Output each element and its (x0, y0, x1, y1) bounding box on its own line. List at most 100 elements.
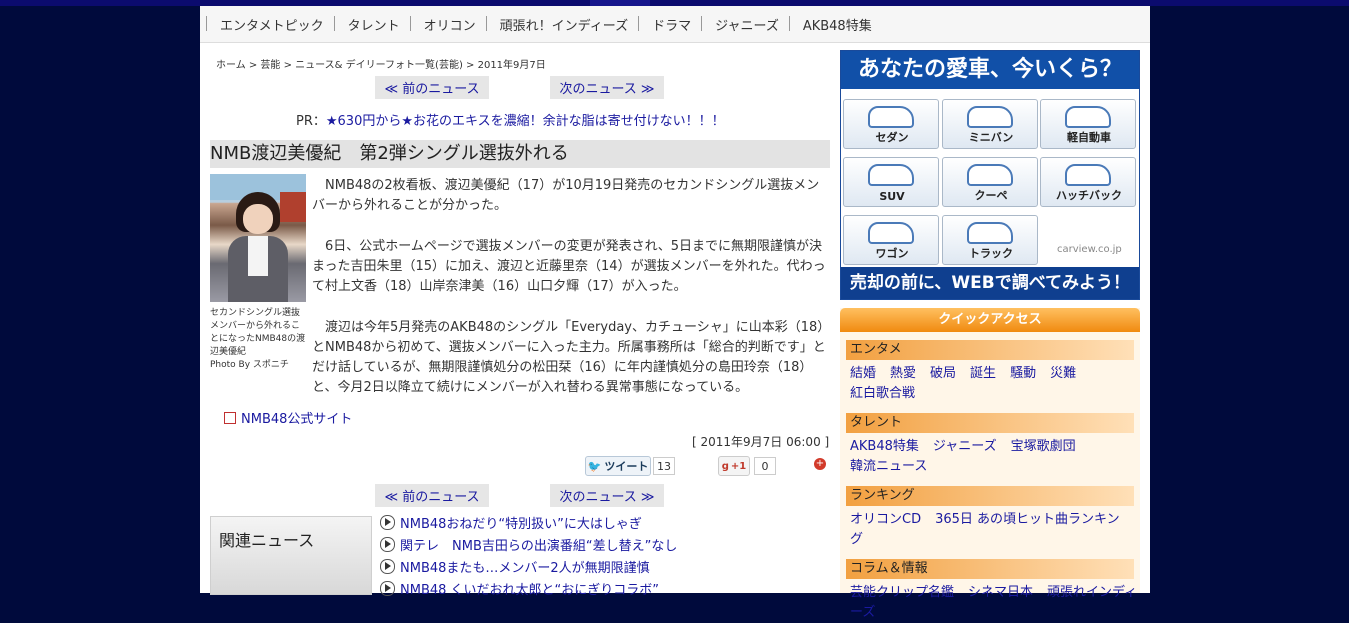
qa-link[interactable]: 宝塚歌劇団 (1011, 439, 1076, 454)
car-icon (1065, 164, 1111, 186)
article-headline: NMB渡辺美優紀 第2弾シングル選抜外れる (210, 140, 830, 168)
car-type-grid: セダン ミニバン 軽自動車 SUV クーペ ハッチバック ワゴン トラック (841, 93, 1139, 265)
car-icon (868, 164, 914, 186)
car-icon (868, 222, 914, 244)
play-circle-icon (380, 515, 395, 530)
subnav-item-talent[interactable]: タレント (333, 15, 410, 34)
qa-section-column: コラム＆情報 (846, 559, 1134, 579)
related-news-link[interactable]: NMB48おねだり“特別扱い”に大はしゃぎ (400, 517, 642, 532)
related-news-item[interactable]: 関テレ NMB吉田らの出演番組“差し替え”なし (380, 536, 840, 558)
article-photo[interactable] (210, 174, 306, 302)
breadcrumb[interactable]: ホーム > 芸能 > ニュース& デイリーフォト一覧(芸能) > 2011年9月… (216, 56, 546, 71)
car-type-truck[interactable]: トラック (942, 215, 1038, 265)
qa-link[interactable]: 災難 (1050, 366, 1076, 381)
car-icon (967, 106, 1013, 128)
gplus-button[interactable]: g +1 (718, 456, 750, 476)
car-type-label: SUV (879, 190, 905, 203)
qa-link[interactable]: 結婚 (850, 366, 876, 381)
qa-link[interactable]: 誕生 (970, 366, 996, 381)
external-window-icon (224, 412, 236, 424)
tweet-label: ツイート (604, 460, 649, 473)
pr-line: PR：★630円から★お花のエキスを濃縮！余計な脂は寄せ付けない！！！ (296, 110, 725, 129)
ad-headline: あなたの愛車、今いくら？ (841, 51, 1139, 89)
car-type-label: セダン (875, 131, 909, 144)
sub-navigation: エンタメトピック タレント オリコン 頑張れ！インディーズ ドラマ ジャニーズ … (200, 6, 1150, 43)
subnav-item-drama[interactable]: ドラマ (638, 15, 701, 34)
photo-caption: セカンドシングル選抜メンバーから外れることになったNMB48の渡辺美優紀 Pho… (210, 307, 306, 372)
qa-link[interactable]: 韓流ニュース (850, 459, 927, 474)
car-type-hatchback[interactable]: ハッチバック (1040, 157, 1136, 207)
article-paragraph: 渡辺は今年5月発売のAKB48のシングル「Everyday、カチューシャ」に山本… (312, 320, 831, 395)
car-type-suv[interactable]: SUV (843, 157, 939, 207)
related-news-item[interactable]: NMB48おねだり“特別扱い”に大はしゃぎ (380, 514, 840, 536)
related-news-link[interactable]: 関テレ NMB吉田らの出演番組“差し替え”なし (400, 539, 677, 554)
related-news-item[interactable]: NMB48 くいだおれ太郎と“おにぎりコラボ” (380, 580, 840, 602)
car-type-label: ワゴン (875, 247, 909, 260)
page-content: エンタメトピック タレント オリコン 頑張れ！インディーズ ドラマ ジャニーズ … (200, 6, 1150, 620)
next-news-button[interactable]: 次のニュース ≫ (550, 76, 664, 99)
prev-news-button-bottom[interactable]: ≪ 前のニュース (375, 484, 489, 507)
car-type-label: ハッチバック (1056, 189, 1122, 202)
prev-news-button[interactable]: ≪ 前のニュース (375, 76, 489, 99)
subnav-item-indies[interactable]: 頑張れ！インディーズ (485, 15, 638, 34)
pr-label: PR： (296, 114, 326, 129)
qa-link[interactable]: オリコンCD (850, 512, 921, 527)
qa-links-entame: 結婚 熱愛 破局 誕生 騒動 災難 紅白歌合戦 (850, 364, 1138, 404)
car-type-coupe[interactable]: クーペ (942, 157, 1038, 207)
qa-section-talent: タレント (846, 413, 1134, 433)
qa-link[interactable]: 騒動 (1010, 366, 1036, 381)
qa-link[interactable]: 紅白歌合戦 (850, 386, 915, 401)
car-type-label: トラック (969, 247, 1013, 260)
subnav-item-akb48[interactable]: AKB48特集 (788, 15, 882, 34)
car-icon (967, 164, 1013, 186)
external-link[interactable]: NMB48公式サイト (224, 408, 352, 427)
car-type-wagon[interactable]: ワゴン (843, 215, 939, 265)
article-body: NMB48の2枚看板、渡辺美優紀（17）が10月19日発売のセカンドシングル選抜… (312, 176, 832, 419)
gplus-count: 0 (754, 457, 776, 475)
play-circle-icon (380, 559, 395, 574)
next-news-button-bottom[interactable]: 次のニュース ≫ (550, 484, 664, 507)
tweet-count: 13 (653, 457, 675, 475)
twitter-bird-icon: 🐦 (587, 459, 602, 473)
related-news-list: NMB48おねだり“特別扱い”に大はしゃぎ 関テレ NMB吉田らの出演番組“差し… (380, 514, 840, 602)
qa-section-ranking: ランキング (846, 486, 1134, 506)
photo-caption-text: セカンドシングル選抜メンバーから外れることになったNMB48の渡辺美優紀 (210, 308, 306, 357)
qa-link[interactable]: 破局 (930, 366, 956, 381)
gplus-label: +1 (730, 460, 747, 472)
subnav-item-entame-topic[interactable]: エンタメトピック (206, 15, 334, 34)
qa-link[interactable]: 熱愛 (890, 366, 916, 381)
add-plus-icon[interactable]: + (814, 458, 826, 470)
article-paragraph: NMB48の2枚看板、渡辺美優紀（17）が10月19日発売のセカンドシングル選抜… (312, 178, 820, 213)
ad-source: carview.co.jp (1057, 244, 1122, 255)
play-circle-icon (380, 581, 395, 596)
related-news-header: 関連ニュース (210, 516, 372, 595)
external-link-label[interactable]: NMB48公式サイト (241, 412, 352, 427)
qa-link[interactable]: ジャニーズ (933, 439, 997, 454)
car-type-label: クーペ (974, 189, 1008, 202)
gplus-icon: g (721, 460, 729, 472)
subnav-item-oricon[interactable]: オリコン (409, 15, 486, 34)
car-icon (1065, 106, 1111, 128)
ad-footer: 売却の前に、WEBで調べてみよう！ (841, 267, 1139, 299)
car-type-minivan[interactable]: ミニバン (942, 99, 1038, 149)
subnav-item-johnnys[interactable]: ジャニーズ (701, 15, 789, 34)
car-icon (967, 222, 1013, 244)
qa-links-column: 芸能クリップ名鑑 シネマ日本 頑張れインディーズ (850, 583, 1138, 623)
play-circle-icon (380, 537, 395, 552)
related-news-link[interactable]: NMB48またも…メンバー2人が無期限謹慎 (400, 561, 650, 576)
qa-section-entame: エンタメ (846, 340, 1134, 360)
qa-link[interactable]: AKB48特集 (850, 439, 919, 454)
tweet-button[interactable]: 🐦 ツイート (585, 456, 651, 476)
qa-links-ranking: オリコンCD 365日 あの頃ヒット曲ランキング (850, 510, 1138, 550)
pr-link[interactable]: ★630円から★お花のエキスを濃縮！余計な脂は寄せ付けない！！！ (326, 114, 725, 129)
quick-access-title: クイックアクセス (840, 308, 1140, 332)
quick-access-panel: クイックアクセス エンタメ 結婚 熱愛 破局 誕生 騒動 災難 紅白歌合戦 タレント AK… (840, 308, 1140, 620)
article-paragraph: 6日、公式ホームページで選抜メンバーの変更が発表され、5日までに無期限謹慎が決ま… (312, 239, 826, 294)
related-news-item[interactable]: NMB48またも…メンバー2人が無期限謹慎 (380, 558, 840, 580)
related-news-link[interactable]: NMB48 くいだおれ太郎と“おにぎりコラボ” (400, 583, 659, 598)
car-type-sedan[interactable]: セダン (843, 99, 939, 149)
related-news-title: 関連ニュース (219, 531, 315, 550)
car-type-kei[interactable]: 軽自動車 (1040, 99, 1136, 149)
car-ad-banner[interactable]: あなたの愛車、今いくら？ セダン ミニバン 軽自動車 SUV クーペ ハッチバッ… (840, 50, 1140, 300)
car-type-label: ミニバン (968, 131, 1014, 144)
